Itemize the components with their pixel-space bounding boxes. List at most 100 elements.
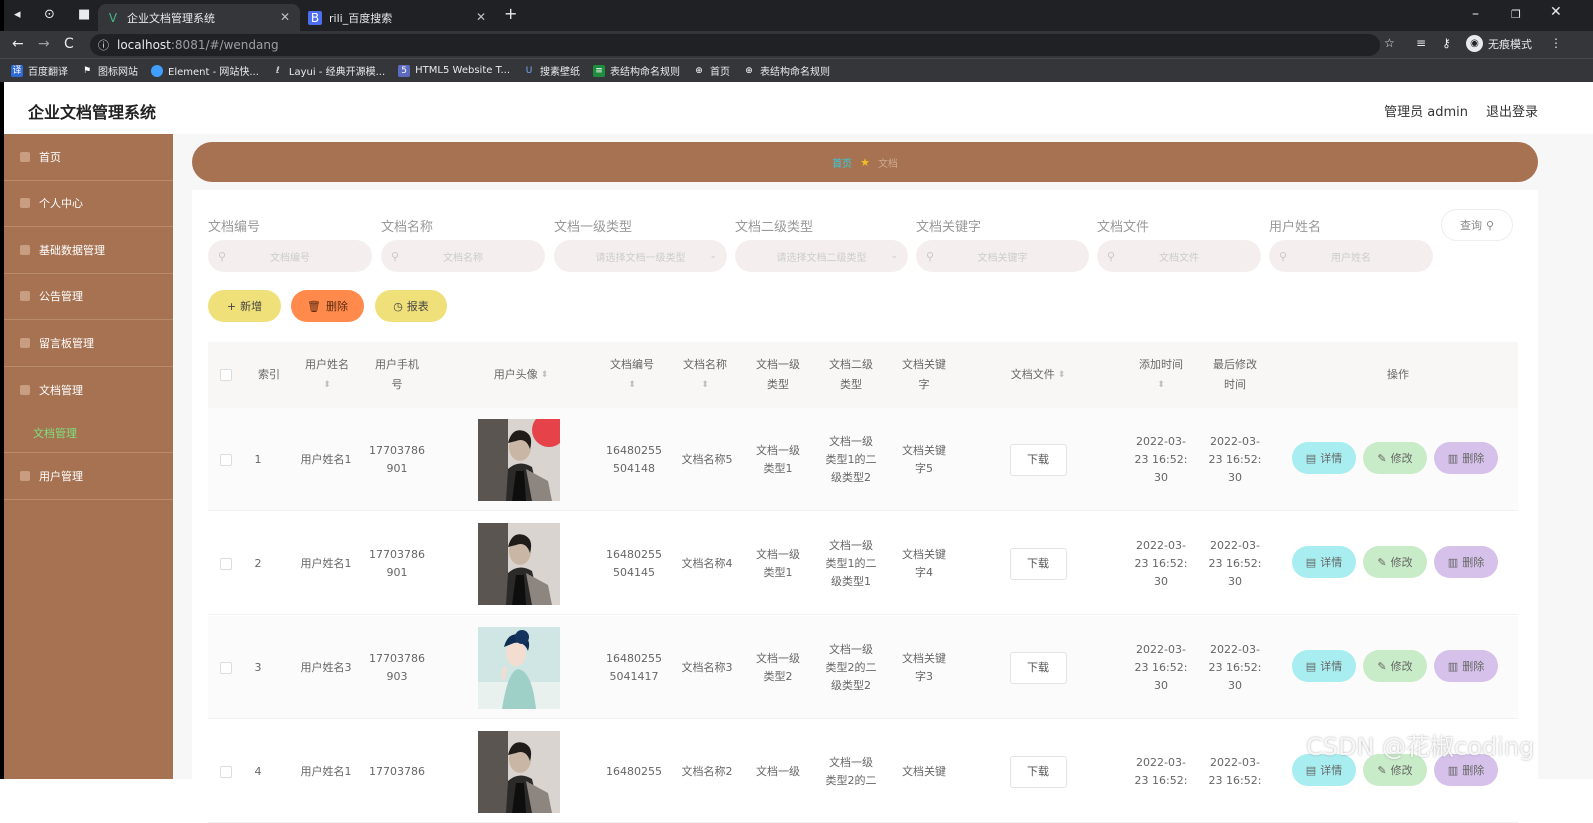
breadcrumb-home[interactable]: 首页 xyxy=(832,155,852,170)
sidebar-item-notice[interactable]: 公告管理 xyxy=(4,274,173,320)
detail-button[interactable]: ▤ 详情 xyxy=(1292,442,1356,474)
bookmark-item[interactable]: ⊕ 首页 xyxy=(693,63,730,79)
bookmark-item[interactable]: Element - 网站快... xyxy=(151,63,259,78)
select-all-checkbox[interactable] xyxy=(220,369,232,381)
type1-select[interactable]: 请选择文档一级类型 ⌄ xyxy=(554,240,727,272)
row-checkbox-cell[interactable] xyxy=(214,512,238,615)
row-delete-button[interactable]: ▥ 删除 xyxy=(1434,442,1498,474)
close-icon[interactable]: ✕ xyxy=(280,10,290,24)
user-avatar[interactable] xyxy=(478,522,560,605)
th-doc-name[interactable]: 文档名称 ⬍ xyxy=(678,342,732,408)
forward-icon[interactable]: → xyxy=(38,36,50,52)
bookmark-item[interactable]: ⚑ 图标网站 xyxy=(81,63,138,79)
select-all-checkbox-cell[interactable] xyxy=(214,342,238,408)
edit-button[interactable]: ✎ 修改 xyxy=(1363,546,1427,578)
tab-active[interactable]: V 企业文档管理系统 ✕ xyxy=(98,4,300,31)
incognito-indicator[interactable]: ◉ 无痕模式 xyxy=(1466,35,1532,52)
tab-search-icon[interactable]: ◂ xyxy=(14,7,21,22)
sidebar-item-users[interactable]: 用户管理 xyxy=(4,453,173,500)
row-checkbox[interactable] xyxy=(220,453,232,466)
th-mod-time[interactable]: 最后修改时间 xyxy=(1208,342,1262,408)
row-delete-button[interactable]: ▥ 删除 xyxy=(1434,546,1498,578)
tab-inactive[interactable]: B rili_百度搜索 ✕ xyxy=(300,4,496,31)
logout-link[interactable]: 退出登录 xyxy=(1486,101,1538,120)
row-checkbox-cell[interactable] xyxy=(214,720,238,823)
user-avatar[interactable] xyxy=(478,730,560,813)
back-icon[interactable]: ← xyxy=(12,36,24,52)
doc-name-input[interactable]: ⚲ 文档名称 xyxy=(381,240,545,272)
bookmark-item[interactable]: 5 HTML5 Website T... xyxy=(398,64,510,77)
th-avatar[interactable]: 用户头像 ⬍ xyxy=(466,342,576,408)
user-avatar[interactable] xyxy=(478,418,560,501)
download-button[interactable]: 下载 xyxy=(1009,755,1067,788)
trash-icon: ▥ xyxy=(1447,659,1459,673)
file-input[interactable]: ⚲ 文档文件 xyxy=(1097,240,1261,272)
sort-icon: ⬍ xyxy=(701,380,709,390)
sidebar-item-home[interactable]: 首页 xyxy=(4,134,173,181)
search-button[interactable]: 查询 ⚲ xyxy=(1441,209,1513,241)
detail-label: 详情 xyxy=(1320,452,1343,465)
row-checkbox[interactable] xyxy=(220,765,232,778)
sidebar-item-docs[interactable]: 文档管理 xyxy=(4,367,173,414)
window-icon[interactable]: ■ xyxy=(78,7,90,22)
cell-avatar xyxy=(478,408,560,511)
th-add-time[interactable]: 添加时间 ⬍ xyxy=(1134,342,1188,408)
th-type2[interactable]: 文档二级类型 xyxy=(825,342,877,408)
detail-button[interactable]: ▤ 详情 xyxy=(1292,546,1356,578)
cell-keyword: 文档关键字5 xyxy=(902,443,946,475)
sidebar-item-message[interactable]: 留言板管理 xyxy=(4,320,173,367)
add-button[interactable]: + 新增 xyxy=(208,290,281,322)
bookmark-item[interactable]: ℓ Layui - 经典开源模... xyxy=(272,63,385,79)
edit-button[interactable]: ✎ 修改 xyxy=(1363,442,1427,474)
report-button[interactable]: ◷ 报表 xyxy=(375,290,447,322)
th-type1[interactable]: 文档一级类型 xyxy=(752,342,804,408)
close-icon[interactable]: ✕ xyxy=(476,10,486,24)
th-file[interactable]: 文档文件 ⬍ xyxy=(998,342,1078,408)
th-keyword[interactable]: 文档关键字 xyxy=(898,342,950,408)
type2-select[interactable]: 请选择文档二级类型 ⌄ xyxy=(735,240,908,272)
th-user-name[interactable]: 用户姓名 ⬍ xyxy=(300,342,354,408)
placeholder: 请选择文档一级类型 xyxy=(595,252,686,264)
close-window-icon[interactable]: ✕ xyxy=(1550,4,1562,20)
th-user-phone[interactable]: 用户手机号 xyxy=(370,342,424,408)
reading-list-icon[interactable]: ≡ xyxy=(1416,36,1426,50)
sort-icon: ⬍ xyxy=(1057,370,1066,380)
bookmark-item[interactable]: ≡ 表结构命名规则 xyxy=(593,63,680,78)
url-field[interactable]: ⓘ localhost :8081/#/wendang xyxy=(90,34,1380,56)
row-checkbox-cell[interactable] xyxy=(214,616,238,719)
cell-doc-no: 16480255504145 xyxy=(606,547,662,579)
bookmark-item[interactable]: 译百度翻译 xyxy=(11,63,68,78)
user-avatar[interactable] xyxy=(478,626,560,709)
download-button[interactable]: 下载 xyxy=(1009,547,1067,580)
incognito-icon: ◉ xyxy=(1466,35,1483,52)
delete-button[interactable]: 🗑︎ 删除 xyxy=(291,290,364,322)
menu-icon[interactable]: ⋮ xyxy=(1550,36,1562,50)
detail-button[interactable]: ▤ 详情 xyxy=(1292,650,1356,682)
download-button[interactable]: 下载 xyxy=(1009,443,1067,476)
bookmark-label: Element - 网站快... xyxy=(168,67,259,78)
edit-button[interactable]: ✎ 修改 xyxy=(1363,650,1427,682)
sidebar-item-basic-data[interactable]: 基础数据管理 xyxy=(4,227,173,274)
minimize-icon[interactable]: – xyxy=(1472,6,1479,22)
row-checkbox-cell[interactable] xyxy=(214,408,238,511)
row-delete-button[interactable]: ▥ 删除 xyxy=(1434,650,1498,682)
new-tab-icon[interactable]: + xyxy=(504,4,517,23)
restore-icon[interactable]: ❐ xyxy=(1511,8,1521,21)
cell-index: 3 xyxy=(254,660,262,674)
download-button[interactable]: 下载 xyxy=(1009,651,1067,684)
row-checkbox[interactable] xyxy=(220,661,232,674)
doc-no-input[interactable]: ⚲ 文档编号 xyxy=(208,240,372,272)
sidebar-subitem-docs[interactable]: 文档管理 xyxy=(4,413,173,453)
user-name-input[interactable]: ⚲ 用户姓名 xyxy=(1269,240,1433,272)
row-checkbox[interactable] xyxy=(220,557,232,570)
th-doc-no[interactable]: 文档编号 ⬍ xyxy=(604,342,660,408)
key-icon[interactable]: ⚷ xyxy=(1442,36,1451,50)
placeholder: 用户姓名 xyxy=(1331,252,1371,264)
sidebar-item-personal[interactable]: 个人中心 xyxy=(4,181,173,227)
bookmark-star-icon[interactable]: ☆ xyxy=(1384,36,1395,50)
keyword-input[interactable]: ⚲ 文档关键字 xyxy=(916,240,1089,272)
cell-type1: 文档一级类型1 xyxy=(756,443,800,475)
reload-icon[interactable]: C xyxy=(64,36,74,52)
bookmark-item[interactable]: ⊕ 表结构命名规则 xyxy=(743,63,830,79)
bookmark-item[interactable]: U 搜素壁纸 xyxy=(523,63,580,79)
